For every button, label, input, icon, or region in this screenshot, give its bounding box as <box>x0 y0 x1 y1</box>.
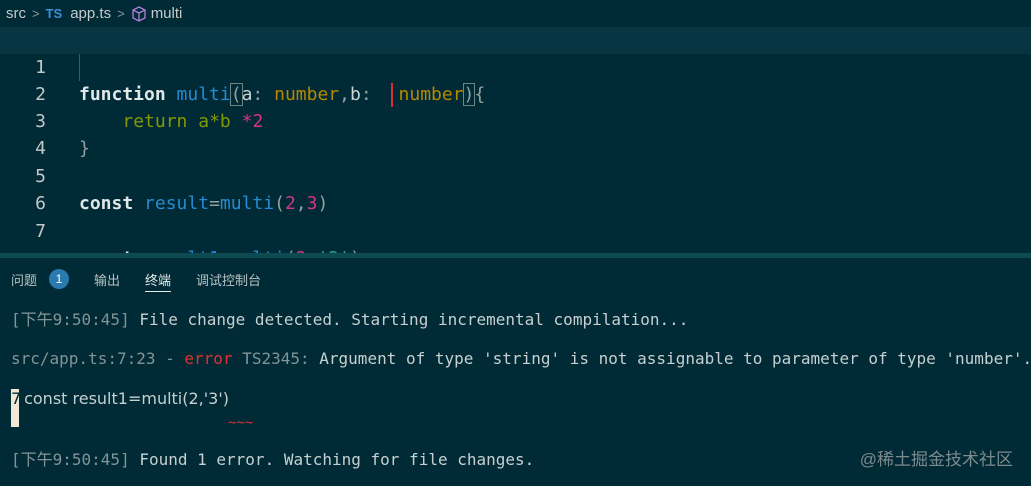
code-line[interactable]: 6 <box>0 163 1031 214</box>
panel-tabs: 问题 1 输出 终端 调试控制台 <box>0 258 1031 300</box>
source-snippet: const result1=multi(2,'3') <box>19 389 229 408</box>
breadcrumb: src > TS app.ts > multi <box>0 0 1031 27</box>
tab-problems-label: 问题 <box>11 272 38 288</box>
breadcrumb-symbol[interactable]: multi <box>151 5 183 22</box>
error-message: Argument of type 'string' is not assigna… <box>309 349 1031 368</box>
problems-count-badge: 1 <box>49 269 70 289</box>
terminal-message: File change detected. Starting increment… <box>129 310 689 329</box>
error-location[interactable]: src/app.ts:7:23 <box>11 349 156 368</box>
code-line[interactable]: 3 } <box>0 81 1031 159</box>
tab-output[interactable]: 输出 <box>94 258 120 300</box>
terminal-line: [下午9:50:45] Found 1 error. Watching for … <box>11 450 534 470</box>
code-line[interactable]: 4 <box>0 108 1031 159</box>
separator: - <box>155 349 185 368</box>
tab-debug-console[interactable]: 调试控制台 <box>196 258 261 300</box>
code-line[interactable]: 1 function multi(a: number,b: number){ <box>0 27 1031 107</box>
terminal-cursor-line-number: 7 <box>11 389 21 427</box>
terminal-line: src/app.ts:7:23 - error TS2345: Argument… <box>11 349 1031 369</box>
code-editor[interactable]: 1 function multi(a: number,b: number){ 2… <box>0 27 1031 269</box>
typescript-file-icon: TS <box>45 6 63 21</box>
tab-problems[interactable]: 问题 1 <box>11 258 70 300</box>
tab-terminal-label: 终端 <box>145 272 172 288</box>
timestamp: [下午9:50:45] <box>11 450 130 469</box>
terminal-line: [下午9:50:45] File change detected. Starti… <box>11 310 688 330</box>
code-line[interactable]: 5 const result=multi(2,3) <box>0 136 1031 214</box>
chevron-right-icon: > <box>32 6 40 21</box>
tab-terminal[interactable]: 终端 <box>145 258 172 300</box>
watermark: @稀土掘金技术社区 <box>859 450 1013 469</box>
code-line[interactable]: 2 return a*b *2 <box>0 54 1031 132</box>
code-line[interactable]: 7 const result1=multi(2,'3') <box>0 191 1031 269</box>
terminal-message: Found 1 error. Watching for file changes… <box>129 450 535 469</box>
breadcrumb-file[interactable]: app.ts <box>70 5 111 22</box>
chevron-right-icon: > <box>117 6 125 21</box>
tab-output-label: 输出 <box>94 272 121 288</box>
line-number: 7 <box>35 221 46 242</box>
timestamp: [下午9:50:45] <box>11 310 130 329</box>
error-tilde-marker: ~~~ <box>228 415 254 431</box>
terminal-line: 7 const result1=multi(2,'3') <box>11 389 229 427</box>
error-label: error <box>184 349 233 368</box>
tab-debug-console-label: 调试控制台 <box>196 272 262 288</box>
error-code: TS2345: <box>232 349 310 368</box>
method-cube-icon <box>131 5 147 22</box>
breadcrumb-folder[interactable]: src <box>6 5 26 22</box>
